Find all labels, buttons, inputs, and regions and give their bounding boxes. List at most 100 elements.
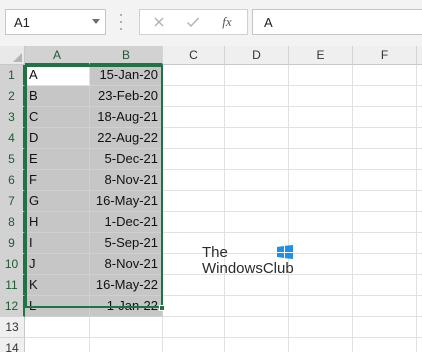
cell-c2[interactable] <box>163 86 225 107</box>
cell-b10[interactable]: 8-Nov-21 <box>90 254 163 275</box>
cell-e8[interactable] <box>289 212 353 233</box>
cell-e1[interactable] <box>289 65 353 86</box>
cell-c3[interactable] <box>163 107 225 128</box>
cell-g6[interactable] <box>417 170 422 191</box>
cell-d14[interactable] <box>225 338 289 352</box>
cell-e12[interactable] <box>289 296 353 317</box>
cell-g13[interactable] <box>417 317 422 338</box>
cell-a10[interactable]: J <box>25 254 90 275</box>
cell-g5[interactable] <box>417 149 422 170</box>
cell-f13[interactable] <box>353 317 417 338</box>
cell-f9[interactable] <box>353 233 417 254</box>
cell-b3[interactable]: 18-Aug-21 <box>90 107 163 128</box>
cell-d5[interactable] <box>225 149 289 170</box>
cell-a8[interactable]: H <box>25 212 90 233</box>
cell-b4[interactable]: 22-Aug-22 <box>90 128 163 149</box>
cell-b5[interactable]: 5-Dec-21 <box>90 149 163 170</box>
cell-f11[interactable] <box>353 275 417 296</box>
row-header-6[interactable]: 6 <box>0 170 25 191</box>
cell-b12[interactable]: 1-Jan-22 <box>90 296 163 317</box>
cell-g10[interactable] <box>417 254 422 275</box>
cell-a4[interactable]: D <box>25 128 90 149</box>
cell-f2[interactable] <box>353 86 417 107</box>
row-header-8[interactable]: 8 <box>0 212 25 233</box>
cell-c14[interactable] <box>163 338 225 352</box>
row-header-12[interactable]: 12 <box>0 296 25 317</box>
cell-b7[interactable]: 16-May-21 <box>90 191 163 212</box>
cell-e5[interactable] <box>289 149 353 170</box>
cell-b1[interactable]: 15-Jan-20 <box>90 65 163 86</box>
row-header-11[interactable]: 11 <box>0 275 25 296</box>
cell-f5[interactable] <box>353 149 417 170</box>
cell-a12[interactable]: L <box>25 296 90 317</box>
name-box[interactable]: A1 <box>5 9 106 35</box>
cell-e6[interactable] <box>289 170 353 191</box>
cell-c8[interactable] <box>163 212 225 233</box>
column-header-e[interactable]: E <box>289 46 353 65</box>
row-header-4[interactable]: 4 <box>0 128 25 149</box>
cell-a5[interactable]: E <box>25 149 90 170</box>
cell-d12[interactable] <box>225 296 289 317</box>
row-header-10[interactable]: 10 <box>0 254 25 275</box>
select-all-button[interactable] <box>0 46 25 65</box>
cell-a1[interactable]: A <box>25 65 90 86</box>
cell-g4[interactable] <box>417 128 422 149</box>
cell-e3[interactable] <box>289 107 353 128</box>
fill-handle[interactable] <box>159 305 165 311</box>
cell-c13[interactable] <box>163 317 225 338</box>
cell-c4[interactable] <box>163 128 225 149</box>
cell-f14[interactable] <box>353 338 417 352</box>
cell-g7[interactable] <box>417 191 422 212</box>
cell-b9[interactable]: 5-Sep-21 <box>90 233 163 254</box>
cell-g1[interactable] <box>417 65 422 86</box>
chevron-down-icon[interactable] <box>92 19 100 24</box>
column-header-a[interactable]: A <box>25 46 90 65</box>
cell-d6[interactable] <box>225 170 289 191</box>
cell-b13[interactable] <box>90 317 163 338</box>
cell-e13[interactable] <box>289 317 353 338</box>
cell-e14[interactable] <box>289 338 353 352</box>
cell-f6[interactable] <box>353 170 417 191</box>
cell-a6[interactable]: F <box>25 170 90 191</box>
cell-e7[interactable] <box>289 191 353 212</box>
cell-b2[interactable]: 23-Feb-20 <box>90 86 163 107</box>
cell-g3[interactable] <box>417 107 422 128</box>
cell-f3[interactable] <box>353 107 417 128</box>
cell-c12[interactable] <box>163 296 225 317</box>
cell-g11[interactable] <box>417 275 422 296</box>
cell-e4[interactable] <box>289 128 353 149</box>
cell-f7[interactable] <box>353 191 417 212</box>
formula-bar-resize-grip-icon[interactable] <box>119 14 123 30</box>
column-header-d[interactable]: D <box>225 46 289 65</box>
cell-c5[interactable] <box>163 149 225 170</box>
cell-g9[interactable] <box>417 233 422 254</box>
cell-f10[interactable] <box>353 254 417 275</box>
row-header-5[interactable]: 5 <box>0 149 25 170</box>
row-header-13[interactable]: 13 <box>0 317 25 338</box>
row-header-2[interactable]: 2 <box>0 86 25 107</box>
cell-b8[interactable]: 1-Dec-21 <box>90 212 163 233</box>
cell-d1[interactable] <box>225 65 289 86</box>
cancel-button[interactable] <box>142 10 176 34</box>
cell-d13[interactable] <box>225 317 289 338</box>
cell-e2[interactable] <box>289 86 353 107</box>
insert-function-button[interactable]: fx <box>210 10 244 34</box>
cell-f8[interactable] <box>353 212 417 233</box>
cell-f4[interactable] <box>353 128 417 149</box>
row-header-7[interactable]: 7 <box>0 191 25 212</box>
column-header-g[interactable] <box>417 46 422 65</box>
cell-a13[interactable] <box>25 317 90 338</box>
row-header-9[interactable]: 9 <box>0 233 25 254</box>
cell-a11[interactable]: K <box>25 275 90 296</box>
cell-c1[interactable] <box>163 65 225 86</box>
cell-d7[interactable] <box>225 191 289 212</box>
cell-b11[interactable]: 16-May-22 <box>90 275 163 296</box>
column-header-f[interactable]: F <box>353 46 417 65</box>
cell-c7[interactable] <box>163 191 225 212</box>
cell-a2[interactable]: B <box>25 86 90 107</box>
cell-a9[interactable]: I <box>25 233 90 254</box>
cell-d4[interactable] <box>225 128 289 149</box>
row-header-14[interactable]: 14 <box>0 338 25 352</box>
enter-button[interactable] <box>176 10 210 34</box>
cell-a3[interactable]: C <box>25 107 90 128</box>
